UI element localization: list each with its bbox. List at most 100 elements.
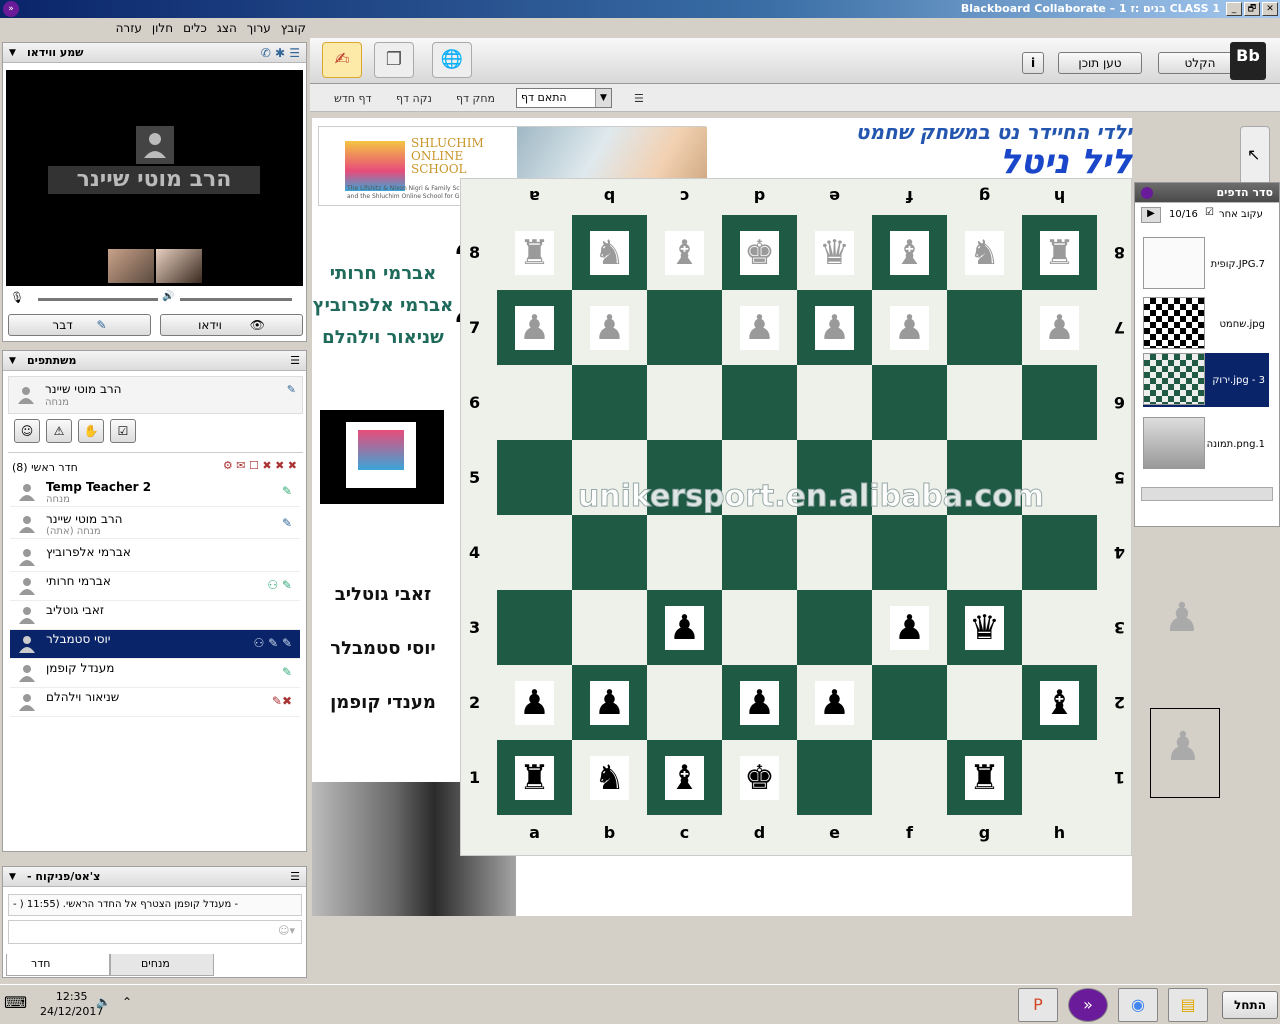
chat-input[interactable]: ☺▾: [8, 920, 302, 944]
board-square[interactable]: ♚: [722, 215, 797, 290]
board-square[interactable]: ♟: [797, 290, 872, 365]
selection-tool-icon[interactable]: ↖: [1247, 145, 1260, 164]
chess-piece-icon[interactable]: ♟: [515, 680, 554, 725]
participant-row[interactable]: זאבי גוטליב: [10, 601, 300, 630]
board-square[interactable]: [572, 590, 647, 665]
board-square[interactable]: [797, 515, 872, 590]
page-thumbnail-selected[interactable]: ירוק.jpg - 3: [1143, 353, 1269, 407]
panel-menu-icon[interactable]: ☰: [290, 354, 300, 367]
board-square[interactable]: ♟: [722, 665, 797, 740]
board-square[interactable]: [647, 290, 722, 365]
chess-piece-icon[interactable]: ♝: [1040, 680, 1079, 725]
board-square[interactable]: ♟: [722, 290, 797, 365]
menu-help[interactable]: עזרה: [116, 21, 142, 35]
participant-row[interactable]: Temp Teacher 2 מנחה ✎: [10, 478, 300, 507]
emoticon-icon[interactable]: ☺▾: [278, 924, 295, 937]
tab-moderators[interactable]: מנחים: [110, 954, 214, 976]
board-square[interactable]: [647, 365, 722, 440]
chess-piece-icon[interactable]: ♟: [590, 305, 629, 350]
board-square[interactable]: ♟: [497, 290, 572, 365]
board-square[interactable]: ♟: [572, 665, 647, 740]
chess-piece-icon[interactable]: ♞: [590, 755, 629, 800]
info-button[interactable]: i: [1022, 52, 1044, 74]
chess-piece-icon[interactable]: ♟: [590, 680, 629, 725]
mic-volume-slider[interactable]: [38, 298, 158, 301]
clear-page-link[interactable]: נקה דף: [396, 92, 432, 105]
chess-piece-icon[interactable]: ♚: [740, 230, 779, 275]
board-square[interactable]: [797, 365, 872, 440]
menu-window[interactable]: חלון: [152, 21, 173, 35]
chess-piece-icon[interactable]: ♟: [665, 605, 704, 650]
panel-menu-icon[interactable]: ☰: [634, 92, 644, 105]
chess-piece-icon[interactable]: ♟: [815, 305, 854, 350]
participant-row[interactable]: אברמי חרותי ⚇ ✎: [10, 572, 300, 601]
away-icon[interactable]: ⚠: [46, 419, 72, 443]
board-square[interactable]: ♞: [947, 215, 1022, 290]
speaker-icon[interactable]: 🔈: [96, 995, 111, 1009]
board-square[interactable]: ♟: [572, 290, 647, 365]
emoticon-icon[interactable]: ☺: [14, 419, 40, 443]
pawn-icon[interactable]: ♟: [1164, 598, 1200, 638]
collapse-icon[interactable]: ▼: [9, 872, 16, 882]
board-square[interactable]: ♝: [647, 215, 722, 290]
chess-piece-icon[interactable]: ♛: [965, 605, 1004, 650]
chess-piece-icon[interactable]: ♟: [1040, 305, 1079, 350]
web-tour-icon[interactable]: 🌐: [432, 42, 472, 78]
chess-piece-icon[interactable]: ♟: [740, 305, 779, 350]
collapse-icon[interactable]: ▼: [9, 48, 16, 58]
clock[interactable]: 12:35 24/12/2017: [40, 989, 103, 1019]
participant-row[interactable]: הרב מוטי שיינר מנחה (אתה) ✎: [10, 510, 300, 539]
page-thumbnail[interactable]: תמונה.png.1: [1143, 417, 1269, 471]
board-square[interactable]: [947, 290, 1022, 365]
board-square[interactable]: [722, 515, 797, 590]
board-square[interactable]: [572, 365, 647, 440]
board-square[interactable]: [797, 740, 872, 815]
board-square[interactable]: ♞: [572, 740, 647, 815]
minimize-button[interactable]: _: [1226, 2, 1242, 16]
chess-piece-icon[interactable]: ♜: [515, 755, 554, 800]
menu-view[interactable]: הצג: [217, 21, 237, 35]
board-square[interactable]: [872, 365, 947, 440]
maximize-button[interactable]: 🗗: [1244, 2, 1260, 16]
board-square[interactable]: ♟: [647, 590, 722, 665]
raise-hand-icon[interactable]: ✋: [78, 419, 104, 443]
delete-page-link[interactable]: מחק דף: [456, 92, 495, 105]
menu-edit[interactable]: ערוך: [247, 21, 271, 35]
talk-button[interactable]: דבר ✎: [8, 314, 151, 336]
board-square[interactable]: [947, 365, 1022, 440]
menu-tools[interactable]: כלים: [183, 21, 207, 35]
chess-piece-icon[interactable]: ♟: [815, 680, 854, 725]
chess-piece-icon[interactable]: ♝: [890, 230, 929, 275]
board-square[interactable]: [647, 665, 722, 740]
follow-checkbox[interactable]: ☑: [1205, 207, 1214, 218]
board-square[interactable]: [497, 515, 572, 590]
chess-piece-icon[interactable]: ♛: [815, 230, 854, 275]
chess-piece-icon[interactable]: ♞: [965, 230, 1004, 275]
load-content-button[interactable]: טען תוכן: [1058, 52, 1142, 74]
board-square[interactable]: [872, 665, 947, 740]
board-square[interactable]: [947, 515, 1022, 590]
poll-icon[interactable]: ☑: [110, 419, 136, 443]
participant-row[interactable]: שניאור וילהלם ✎✖: [10, 688, 300, 717]
participant-row[interactable]: אברמי אלפרוביץ: [10, 543, 300, 572]
board-square[interactable]: ♛: [797, 215, 872, 290]
board-square[interactable]: ♜: [497, 215, 572, 290]
video-thumbnail[interactable]: [108, 249, 154, 283]
board-square[interactable]: [1022, 740, 1097, 815]
board-square[interactable]: ♝: [872, 215, 947, 290]
chess-piece-icon[interactable]: ♟: [740, 680, 779, 725]
tray-expand-icon[interactable]: ⌃: [122, 995, 132, 1009]
start-button[interactable]: התחל: [1222, 991, 1278, 1019]
board-square[interactable]: ♜: [497, 740, 572, 815]
board-square[interactable]: ♟: [872, 290, 947, 365]
board-square[interactable]: ♝: [1022, 665, 1097, 740]
chess-piece-icon[interactable]: ♟: [515, 305, 554, 350]
participant-row-selected[interactable]: יוסי סטמבלר ⚇ ✎ ✎: [10, 630, 300, 659]
board-square[interactable]: [1022, 515, 1097, 590]
horizontal-scrollbar[interactable]: [1141, 487, 1273, 501]
page-thumbnail[interactable]: קופית.JPG.7: [1143, 237, 1269, 291]
board-square[interactable]: [1022, 590, 1097, 665]
chess-piece-icon[interactable]: ♞: [590, 230, 629, 275]
page-thumbnail[interactable]: שחמט.jpg: [1143, 297, 1269, 351]
video-thumbnail[interactable]: [156, 249, 202, 283]
